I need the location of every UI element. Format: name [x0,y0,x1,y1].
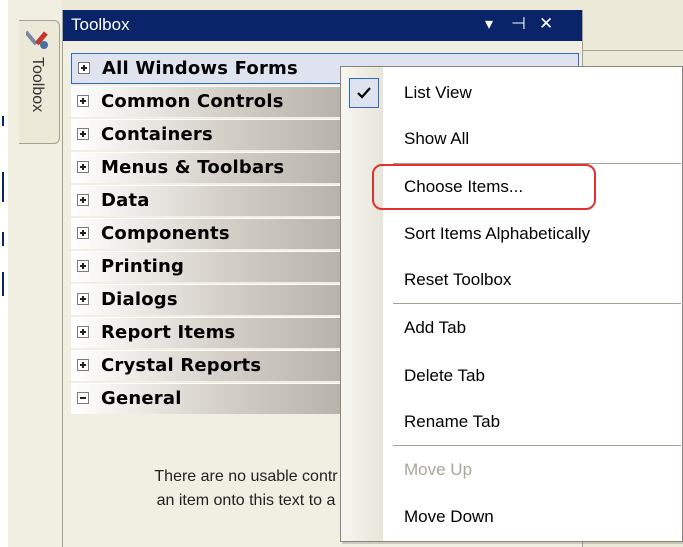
menu-item-label: Add Tab [404,318,467,337]
menu-item-label: Move Up [404,460,473,479]
toolbox-title: Toolbox [71,15,130,34]
toolbox-context-menu: List View Show All Choose Items... Sort … [340,66,683,542]
rail-marker [2,232,4,246]
section-label: Crystal Reports [101,355,262,376]
menu-item-label: Rename Tab [404,412,501,431]
menu-item-label: Reset Toolbox [404,270,512,289]
section-label: Data [101,190,150,211]
section-label: Common Controls [101,91,284,112]
rail-edge-marks [0,0,8,547]
menu-item-label: Delete Tab [404,366,485,385]
menu-item-add-tab[interactable]: Add Tab [341,306,682,350]
toolbox-side-tab-label: Toolbox [29,57,46,113]
section-label: Containers [101,124,213,145]
menu-separator [393,445,681,446]
section-label: Components [101,223,230,244]
menu-item-label: Show All [404,129,470,148]
annotation-highlight-ring [372,164,596,210]
menu-item-reset-toolbox[interactable]: Reset Toolbox [341,258,682,302]
menu-item-label: Sort Items Alphabetically [404,224,591,243]
editor-area-header [583,10,683,51]
pin-icon[interactable]: ⊣ [511,14,531,36]
menu-item-show-all[interactable]: Show All [341,117,682,161]
menu-item-sort-alphabetically[interactable]: Sort Items Alphabetically [341,212,682,256]
menu-item-label: Move Down [404,507,494,526]
menu-item-move-up[interactable]: Move Up [341,448,682,492]
toolbox-tools-icon [26,30,48,49]
menu-item-delete-tab[interactable]: Delete Tab [341,354,682,398]
expand-icon[interactable] [78,62,90,74]
toolbox-titlebar: Toolbox ▾ ⊣ ✕ [63,10,582,41]
toolbox-side-tab[interactable]: Toolbox [19,20,60,144]
section-label: Report Items [101,322,236,343]
dropdown-arrow-icon[interactable]: ▾ [485,14,505,36]
section-label: Menus & Toolbars [101,157,285,178]
auto-hide-rail: Toolbox [0,0,62,547]
section-label: Printing [101,256,185,277]
expand-icon[interactable] [77,326,89,338]
rail-marker [2,172,4,202]
expand-icon[interactable] [77,161,89,173]
section-label: All Windows Forms [102,58,298,79]
menu-separator [393,303,681,304]
expand-icon[interactable] [77,227,89,239]
expand-icon[interactable] [77,260,89,272]
menu-item-move-down[interactable]: Move Down [341,495,682,539]
checkmark-icon [349,78,379,108]
menu-item-label: List View [404,83,472,102]
expand-icon[interactable] [77,194,89,206]
close-icon[interactable]: ✕ [539,14,559,36]
menu-item-rename-tab[interactable]: Rename Tab [341,400,682,444]
menu-item-list-view[interactable]: List View [341,71,682,115]
expand-icon[interactable] [77,293,89,305]
expand-icon[interactable] [77,95,89,107]
collapse-icon[interactable] [77,392,89,404]
section-label: Dialogs [101,289,178,310]
expand-icon[interactable] [77,359,89,371]
rail-marker [2,272,4,296]
expand-icon[interactable] [77,128,89,140]
rail-marker [2,116,4,126]
section-label: General [101,388,182,409]
